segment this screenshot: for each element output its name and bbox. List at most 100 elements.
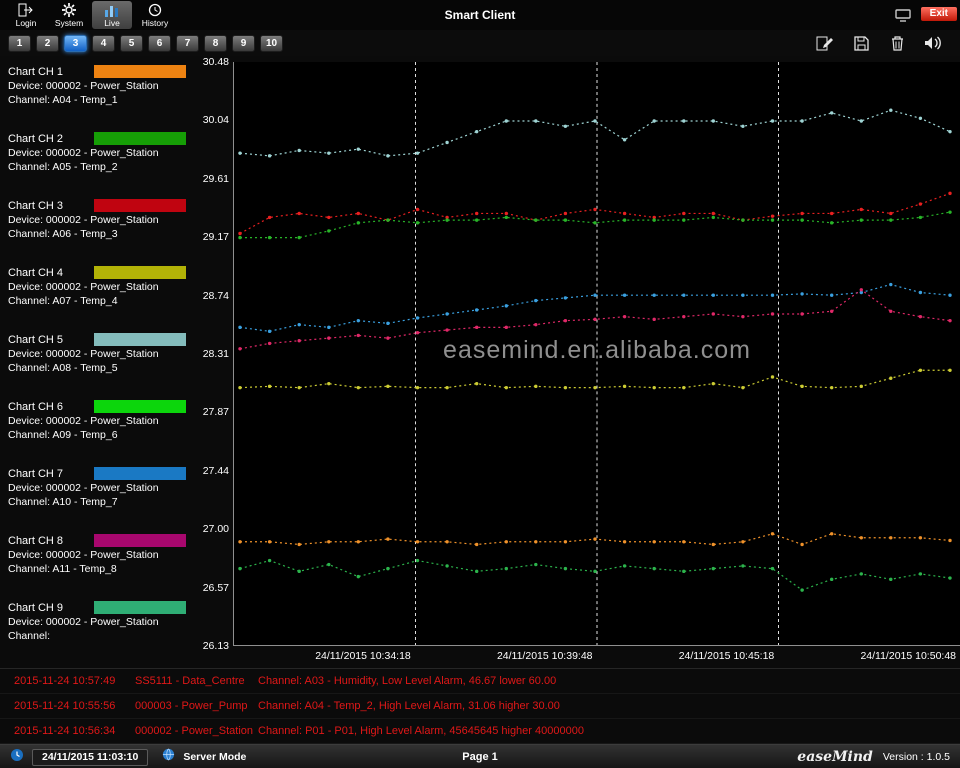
tab-5[interactable]: 5 xyxy=(120,35,143,52)
tab-10[interactable]: 10 xyxy=(260,35,283,52)
y-tick-label: 27.87 xyxy=(203,406,229,418)
x-tick-label: 24/11/2015 10:39:48 xyxy=(415,650,597,662)
server-mode-label: Server Mode xyxy=(183,751,246,763)
edit-icon[interactable] xyxy=(814,33,836,53)
exit-button[interactable]: Exit xyxy=(921,7,957,21)
alarm-message: Channel: P01 - P01, High Level Alarm, 45… xyxy=(258,725,960,737)
y-tick-label: 27.00 xyxy=(203,523,229,535)
tab-4[interactable]: 4 xyxy=(92,35,115,52)
channel-entry[interactable]: Chart CH 9 Device: 000002 - Power_Statio… xyxy=(0,596,196,663)
channel-channel: Channel: A11 - Temp_8 xyxy=(8,563,196,575)
channel-title: Chart CH 6 xyxy=(8,401,86,413)
alarm-device: 000002 - Power_Station xyxy=(135,725,258,737)
chart-plot-svg xyxy=(234,62,960,645)
alarm-device: 000003 - Power_Pump xyxy=(135,700,258,712)
brand-logo: easeMind xyxy=(797,749,873,765)
delete-icon[interactable] xyxy=(886,33,908,53)
nav-history[interactable]: History xyxy=(135,1,175,29)
x-tick-label: 24/11/2015 10:50:48 xyxy=(778,650,960,662)
alarm-row[interactable]: 2015-11-24 10:56:34 000002 - Power_Stati… xyxy=(0,719,960,744)
version-label: Version : 1.0.5 xyxy=(883,751,950,763)
channel-device: Device: 000002 - Power_Station xyxy=(8,549,196,561)
alarm-row[interactable]: 2015-11-24 10:55:56 000003 - Power_Pump … xyxy=(0,694,960,719)
channel-entry[interactable]: Chart CH 1 Device: 000002 - Power_Statio… xyxy=(0,60,196,127)
channel-device: Device: 000002 - Power_Station xyxy=(8,281,196,293)
chart-plot[interactable]: easemind.en.alibaba.com xyxy=(233,62,960,646)
main-nav: Login System Live History xyxy=(0,1,175,29)
channel-color-swatch xyxy=(94,400,186,413)
channel-entry[interactable]: Chart CH 8 Device: 000002 - Power_Statio… xyxy=(0,529,196,596)
channel-entry[interactable]: Chart CH 4 Device: 000002 - Power_Statio… xyxy=(0,261,196,328)
y-tick-label: 29.61 xyxy=(203,173,229,185)
alarm-time: 2015-11-24 10:55:56 xyxy=(14,700,135,712)
channel-color-swatch xyxy=(94,199,186,212)
alarm-time: 2015-11-24 10:56:34 xyxy=(14,725,135,737)
channel-color-swatch xyxy=(94,132,186,145)
channel-color-swatch xyxy=(94,534,186,547)
tab-8[interactable]: 8 xyxy=(204,35,227,52)
channel-title: Chart CH 1 xyxy=(8,66,86,78)
y-tick-label: 28.74 xyxy=(203,290,229,302)
server-mode-icon xyxy=(162,748,175,766)
channel-device: Device: 000002 - Power_Station xyxy=(8,415,196,427)
series-line xyxy=(240,561,950,591)
tab-9[interactable]: 9 xyxy=(232,35,255,52)
nav-live-label: Live xyxy=(104,18,120,28)
nav-system[interactable]: System xyxy=(49,1,89,29)
alarm-row[interactable]: 2015-11-24 10:57:49 SS5111 - Data_Centre… xyxy=(0,669,960,694)
speaker-icon[interactable] xyxy=(922,33,944,53)
channel-channel: Channel: A06 - Temp_3 xyxy=(8,228,196,240)
channel-channel: Channel: xyxy=(8,630,196,642)
series-line xyxy=(240,370,950,387)
save-icon[interactable] xyxy=(850,33,872,53)
alarm-device: SS5111 - Data_Centre xyxy=(135,675,258,687)
nav-history-label: History xyxy=(142,18,168,28)
channel-channel: Channel: A10 - Temp_7 xyxy=(8,496,196,508)
channel-title: Chart CH 7 xyxy=(8,468,86,480)
chart-toolbar xyxy=(814,33,952,53)
tab-3[interactable]: 3 xyxy=(64,35,87,52)
main-area: Chart CH 1 Device: 000002 - Power_Statio… xyxy=(0,56,960,668)
bar-chart-icon xyxy=(104,3,120,18)
tab-2[interactable]: 2 xyxy=(36,35,59,52)
channel-device: Device: 000002 - Power_Station xyxy=(8,80,196,92)
tab-6[interactable]: 6 xyxy=(148,35,171,52)
alarm-list: 2015-11-24 10:57:49 SS5111 - Data_Centre… xyxy=(0,668,960,744)
y-tick-label: 30.04 xyxy=(203,114,229,126)
y-tick-label: 29.17 xyxy=(203,231,229,243)
channel-channel: Channel: A09 - Temp_6 xyxy=(8,429,196,441)
channel-title: Chart CH 3 xyxy=(8,200,86,212)
tab-1[interactable]: 1 xyxy=(8,35,31,52)
tab-7[interactable]: 7 xyxy=(176,35,199,52)
nav-login[interactable]: Login xyxy=(6,1,46,29)
channel-entry[interactable]: Chart CH 7 Device: 000002 - Power_Statio… xyxy=(0,462,196,529)
channel-device: Device: 000002 - Power_Station xyxy=(8,348,196,360)
status-bar: 24/11/2015 11:03:10 Server Mode Page 1 e… xyxy=(0,744,960,768)
monitor-icon[interactable] xyxy=(895,9,911,27)
channel-device: Device: 000002 - Power_Station xyxy=(8,482,196,494)
channel-color-swatch xyxy=(94,65,186,78)
channel-entry[interactable]: Chart CH 6 Device: 000002 - Power_Statio… xyxy=(0,395,196,462)
x-tick-label: 24/11/2015 10:45:18 xyxy=(597,650,779,662)
channel-entry[interactable]: Chart CH 3 Device: 000002 - Power_Statio… xyxy=(0,194,196,261)
channel-color-swatch xyxy=(94,601,186,614)
channel-entry[interactable]: Chart CH 5 Device: 000002 - Power_Statio… xyxy=(0,328,196,395)
x-tick-label: 24/11/2015 10:34:18 xyxy=(233,650,415,662)
channel-device: Device: 000002 - Power_Station xyxy=(8,616,196,628)
nav-live[interactable]: Live xyxy=(92,1,132,29)
status-clock-icon xyxy=(10,748,24,767)
channel-entry[interactable]: Chart CH 2 Device: 000002 - Power_Statio… xyxy=(0,127,196,194)
series-line xyxy=(240,110,950,156)
nav-system-label: System xyxy=(55,18,83,28)
brand-area: easeMind Version : 1.0.5 xyxy=(797,749,950,765)
series-line xyxy=(240,212,950,237)
channel-color-swatch xyxy=(94,333,186,346)
channel-device: Device: 000002 - Power_Station xyxy=(8,214,196,226)
channel-channel: Channel: A04 - Temp_1 xyxy=(8,94,196,106)
alarm-message: Channel: A04 - Temp_2, High Level Alarm,… xyxy=(258,700,960,712)
series-line xyxy=(240,285,950,332)
titlebar-right: Exit xyxy=(895,4,960,27)
status-datetime: 24/11/2015 11:03:10 xyxy=(32,749,148,766)
x-axis-labels: 24/11/2015 10:34:1824/11/2015 10:39:4824… xyxy=(233,646,960,666)
channel-color-swatch xyxy=(94,266,186,279)
